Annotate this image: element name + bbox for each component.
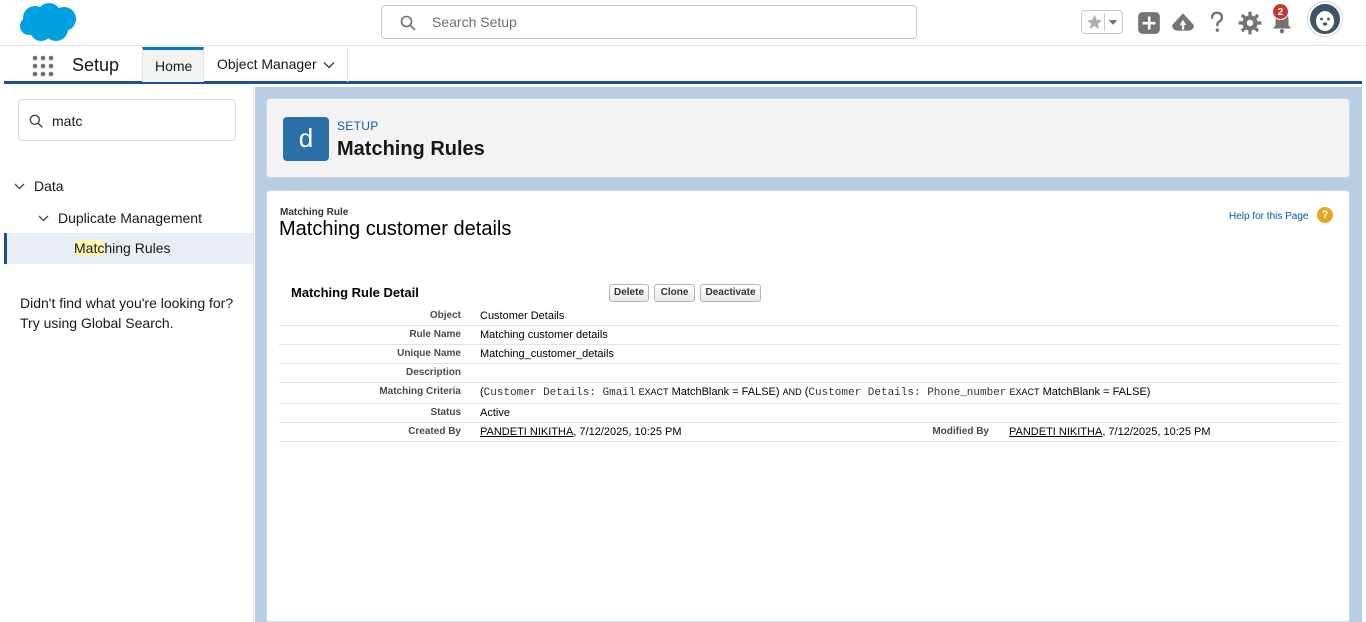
tree-item-duplicate-management-label: Duplicate Management	[58, 210, 202, 226]
not-found-message: Didn't find what you're looking for? Try…	[20, 293, 245, 333]
detail-row-rule-name: Rule Name Matching customer details	[279, 326, 1339, 345]
quick-find-input[interactable]: matc	[18, 99, 236, 141]
record-title: Matching customer details	[279, 218, 512, 240]
favorites-button[interactable]	[1081, 10, 1123, 34]
chevron-down-icon[interactable]	[14, 181, 25, 192]
add-icon[interactable]	[1136, 10, 1162, 36]
field-label: Modified By	[932, 426, 989, 437]
criteria-and: AND	[782, 387, 802, 397]
chevron-down-icon[interactable]	[323, 59, 335, 71]
detail-row-description: Description	[279, 364, 1339, 383]
page-eyebrow: SETUP	[337, 119, 379, 133]
quick-find-value: matc	[52, 113, 83, 129]
delete-button[interactable]: Delete	[609, 284, 649, 302]
context-bar: Setup Home Object Manager	[4, 47, 1362, 84]
not-found-line1: Didn't find what you're looking for?	[20, 295, 234, 311]
field-label: Object	[429, 310, 461, 321]
help-question-icon[interactable]: ?	[1317, 207, 1333, 223]
tab-object-manager-label: Object Manager	[217, 56, 317, 72]
detail-row-status: Status Active	[279, 404, 1339, 423]
detail-row-matching-criteria: Matching Criteria (Customer Details: Gma…	[279, 383, 1339, 404]
field-value: Matching_customer_details	[480, 348, 614, 360]
record-type-label: Matching Rule	[280, 207, 349, 218]
chevron-down-icon[interactable]	[38, 213, 49, 224]
global-header: 2	[0, 0, 1366, 46]
field-label: Description	[405, 367, 461, 378]
notification-count-badge: 2	[1272, 3, 1289, 20]
detail-table: Object Customer Details Rule Name Matchi…	[279, 307, 1339, 442]
field-value: Active	[480, 407, 510, 419]
detail-row-created-modified: Created By PANDETI NIKITHA, 7/12/2025, 1…	[279, 423, 1339, 442]
field-value: PANDETI NIKITHA, 7/12/2025, 10:25 PM	[480, 426, 682, 438]
modified-by-date: , 7/12/2025, 10:25 PM	[1102, 426, 1211, 438]
search-input[interactable]	[432, 12, 902, 32]
tab-object-manager[interactable]: Object Manager	[205, 47, 348, 82]
label-rest: hing Rules	[104, 240, 171, 256]
detail-row-object: Object Customer Details	[279, 307, 1339, 326]
app-launcher-icon[interactable]	[32, 55, 54, 77]
star-icon[interactable]	[1085, 13, 1104, 31]
search-icon	[29, 114, 43, 128]
criteria-blank1: MatchBlank = FALSE)	[671, 386, 780, 398]
field-label: Status	[430, 407, 461, 418]
tab-home[interactable]: Home	[142, 47, 204, 82]
trailhead-guidance-icon[interactable]	[1170, 10, 1196, 36]
tree-item-data[interactable]: Data	[4, 171, 253, 201]
field-label: Matching Criteria	[379, 386, 461, 397]
user-avatar[interactable]	[1308, 2, 1342, 36]
search-highlight: Matc	[74, 240, 105, 256]
tree-item-matching-rules[interactable]: Matching Rules	[4, 233, 253, 264]
setup-sidebar: matc Data Duplicate Management Matching …	[4, 87, 254, 622]
criteria-field2: Customer Details: Phone_number	[808, 387, 1007, 399]
salesforce-logo-icon[interactable]	[19, 2, 79, 44]
detail-row-unique-name: Unique Name Matching_customer_details	[279, 345, 1339, 364]
tab-home-label: Home	[155, 58, 193, 74]
page-title: Matching Rules	[337, 138, 485, 160]
search-setup-box[interactable]	[381, 5, 917, 39]
not-found-line2: Try using Global Search.	[20, 315, 174, 331]
criteria-blank2: MatchBlank = FALSE)	[1042, 386, 1151, 398]
criteria-exact1: EXACT	[638, 387, 669, 397]
criteria-exact2: EXACT	[1009, 387, 1040, 397]
field-value: Customer Details	[480, 310, 565, 322]
help-icon[interactable]	[1204, 9, 1230, 35]
field-value: (Customer Details: Gmail EXACT MatchBlan…	[480, 386, 1150, 399]
detail-section-title: Matching Rule Detail	[291, 285, 419, 300]
field-label: Rule Name	[409, 329, 461, 340]
clone-button[interactable]: Clone	[654, 284, 695, 302]
gear-icon[interactable]	[1237, 10, 1263, 36]
created-by-date: , 7/12/2025, 10:25 PM	[573, 426, 682, 438]
field-label: Unique Name	[397, 348, 461, 359]
astro-avatar-icon	[1310, 4, 1340, 34]
modified-by-user-link[interactable]: PANDETI NIKITHA	[1009, 426, 1102, 438]
criteria-field1: Customer Details: Gmail	[483, 387, 636, 399]
deactivate-button[interactable]: Deactivate	[700, 284, 761, 302]
page-header: d SETUP Matching Rules	[266, 98, 1350, 178]
tree-item-matching-rules-label: Matching Rules	[74, 240, 171, 256]
search-icon	[400, 15, 416, 31]
content-card: Matching Rule Matching customer details …	[266, 190, 1350, 622]
tree-item-duplicate-management[interactable]: Duplicate Management	[4, 203, 253, 233]
tree-item-data-label: Data	[34, 178, 64, 194]
field-value: PANDETI NIKITHA, 7/12/2025, 10:25 PM	[1009, 426, 1211, 438]
field-label: Created By	[408, 426, 461, 437]
page-icon: d	[283, 117, 329, 161]
created-by-user-link[interactable]: PANDETI NIKITHA	[480, 426, 573, 438]
chevron-down-icon[interactable]	[1104, 13, 1121, 31]
field-value: Matching customer details	[480, 329, 608, 341]
help-for-this-page-link[interactable]: Help for this Page	[1229, 211, 1309, 222]
app-name: Setup	[72, 55, 120, 75]
